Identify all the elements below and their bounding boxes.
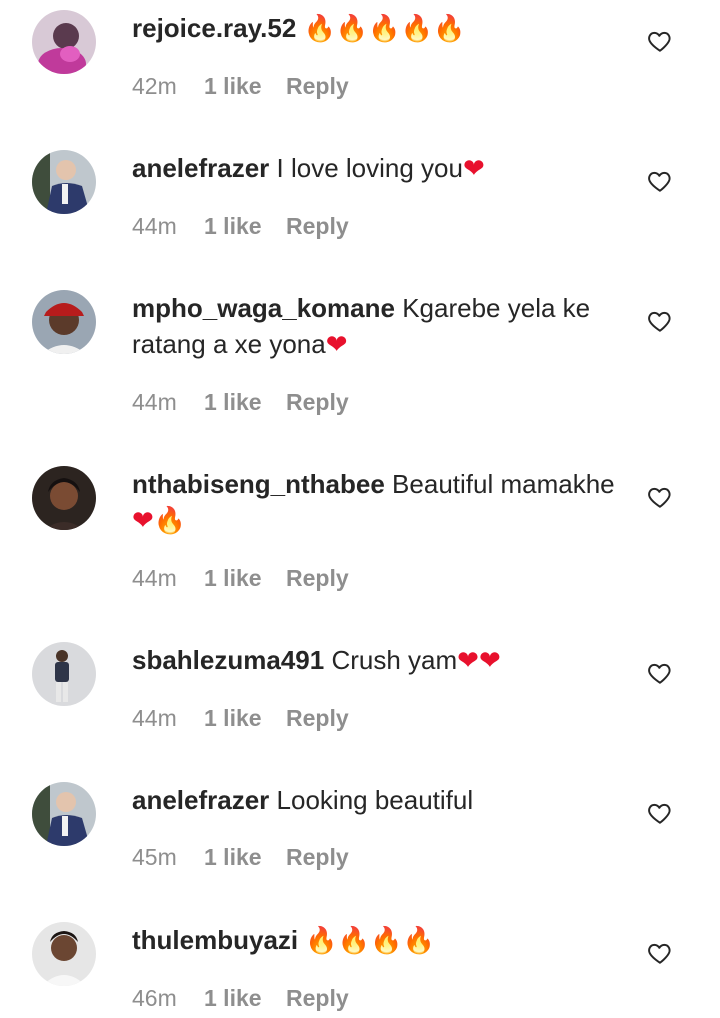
fire-emoji: 🔥 <box>337 926 371 956</box>
comment-likes[interactable]: 1 like <box>204 983 286 1013</box>
comment-message: Looking beautiful <box>269 785 474 815</box>
avatar-photo-icon <box>32 466 96 530</box>
like-button[interactable] <box>647 484 673 510</box>
reply-button[interactable]: Reply <box>286 211 349 241</box>
comment-text: sbahlezuma491 Crush yam❤❤ <box>132 642 622 679</box>
heart-outline-icon <box>648 803 671 824</box>
fire-emoji: 🔥 <box>400 14 434 44</box>
avatar[interactable] <box>32 10 96 74</box>
comment-likes[interactable]: 1 like <box>204 703 286 733</box>
comment-text: anelefrazer Looking beautiful <box>132 782 622 818</box>
avatar-photo-icon <box>32 922 96 986</box>
reply-button[interactable]: Reply <box>286 71 349 101</box>
comment-text: thulembuyazi 🔥🔥🔥🔥 <box>132 922 622 959</box>
comment-username[interactable]: thulembuyazi <box>132 925 298 955</box>
comment-body: thulembuyazi 🔥🔥🔥🔥 46m 1 like Reply <box>132 922 622 1013</box>
comment-text: rejoice.ray.52 🔥🔥🔥🔥🔥 <box>132 10 622 47</box>
comment-time: 45m <box>132 844 177 870</box>
comment-username[interactable]: rejoice.ray.52 <box>132 13 296 43</box>
comment-username[interactable]: nthabiseng_nthabee <box>132 469 385 499</box>
like-button[interactable] <box>647 940 673 966</box>
comment-time: 44m <box>132 213 177 239</box>
comment-text: nthabiseng_nthabee Beautiful mamakhe ❤🔥 <box>132 466 622 539</box>
comment-meta: 46m 1 like Reply <box>132 983 622 1013</box>
comment-username[interactable]: anelefrazer <box>132 785 269 815</box>
comment-username[interactable]: anelefrazer <box>132 153 269 183</box>
heart-outline-icon <box>648 663 671 684</box>
like-button[interactable] <box>647 660 673 686</box>
heart-outline-icon <box>648 31 671 52</box>
avatar[interactable] <box>32 466 96 530</box>
fire-emoji: 🔥 <box>305 926 338 956</box>
comment-message: Crush yam <box>324 645 458 675</box>
like-button[interactable] <box>647 28 673 54</box>
comment-meta: 44m 1 like Reply <box>132 563 622 593</box>
comment-likes[interactable]: 1 like <box>204 842 286 872</box>
heart-outline-icon <box>648 487 671 508</box>
fire-emoji: 🔥 <box>368 14 401 44</box>
heart-emoji: ❤ <box>132 506 154 536</box>
reply-button[interactable]: Reply <box>286 842 349 872</box>
avatar[interactable] <box>32 290 96 354</box>
comment-body: sbahlezuma491 Crush yam❤❤ 44m 1 like Reply <box>132 642 622 733</box>
fire-emoji: 🔥 <box>402 926 435 956</box>
comment-username[interactable]: mpho_waga_komane <box>132 293 395 323</box>
avatar-photo-icon <box>32 290 96 354</box>
comment-meta: 45m 1 like Reply <box>132 842 622 872</box>
comments-list: rejoice.ray.52 🔥🔥🔥🔥🔥 42m 1 like Reply anel… <box>0 0 720 1018</box>
comment-time: 42m <box>132 73 177 99</box>
like-button[interactable] <box>647 168 673 194</box>
comment-body: mpho_waga_komane Kgarebe yela ke ratang … <box>132 290 622 417</box>
fire-emoji: 🔥 <box>370 926 403 956</box>
avatar[interactable] <box>32 782 96 846</box>
reply-button[interactable]: Reply <box>286 563 349 593</box>
comment-text: anelefrazer I love loving you❤ <box>132 150 622 187</box>
avatar[interactable] <box>32 642 96 706</box>
comment-message <box>296 13 303 43</box>
heart-outline-icon <box>648 943 671 964</box>
comment-meta: 44m 1 like Reply <box>132 387 622 417</box>
avatar-photo-icon <box>32 150 96 214</box>
heart-emoji: ❤ <box>462 154 485 184</box>
fire-emoji: 🔥 <box>335 14 369 44</box>
comment-text: mpho_waga_komane Kgarebe yela ke ratang … <box>132 290 622 363</box>
heart-emoji: ❤ <box>325 330 348 360</box>
comment-time: 44m <box>132 389 177 415</box>
heart-emoji: ❤ <box>457 646 479 676</box>
comment-time: 44m <box>132 565 177 591</box>
avatar-photo-icon <box>32 642 96 706</box>
reply-button[interactable]: Reply <box>286 387 349 417</box>
avatar[interactable] <box>32 922 96 986</box>
comment-likes[interactable]: 1 like <box>204 71 286 101</box>
reply-button[interactable]: Reply <box>286 703 349 733</box>
comment-meta: 42m 1 like Reply <box>132 71 622 101</box>
comment-likes[interactable]: 1 like <box>204 387 286 417</box>
heart-outline-icon <box>648 311 671 332</box>
heart-emoji: ❤ <box>478 646 501 676</box>
fire-emoji: 🔥 <box>153 506 187 536</box>
like-button[interactable] <box>647 800 673 826</box>
comment-body: anelefrazer Looking beautiful 45m 1 like R… <box>132 782 622 872</box>
heart-outline-icon <box>648 171 671 192</box>
comment-body: anelefrazer I love loving you❤ 44m 1 like… <box>132 150 622 241</box>
comment-body: nthabiseng_nthabee Beautiful mamakhe ❤🔥 … <box>132 466 622 593</box>
comment-time: 46m <box>132 985 177 1011</box>
comment-likes[interactable]: 1 like <box>204 563 286 593</box>
comment-meta: 44m 1 like Reply <box>132 211 622 241</box>
reply-button[interactable]: Reply <box>286 983 349 1013</box>
fire-emoji: 🔥 <box>303 14 336 44</box>
avatar-photo-icon <box>32 782 96 846</box>
comment-time: 44m <box>132 705 177 731</box>
comment-message: I love loving you <box>269 153 463 183</box>
comment-body: rejoice.ray.52 🔥🔥🔥🔥🔥 42m 1 like Reply <box>132 10 622 101</box>
avatar[interactable] <box>32 150 96 214</box>
like-button[interactable] <box>647 308 673 334</box>
comment-username[interactable]: sbahlezuma491 <box>132 645 324 675</box>
comment-meta: 44m 1 like Reply <box>132 703 622 733</box>
fire-emoji: 🔥 <box>433 14 466 44</box>
comment-message: Beautiful mamakhe <box>384 469 615 499</box>
comment-likes[interactable]: 1 like <box>204 211 286 241</box>
avatar-photo-icon <box>32 10 96 74</box>
